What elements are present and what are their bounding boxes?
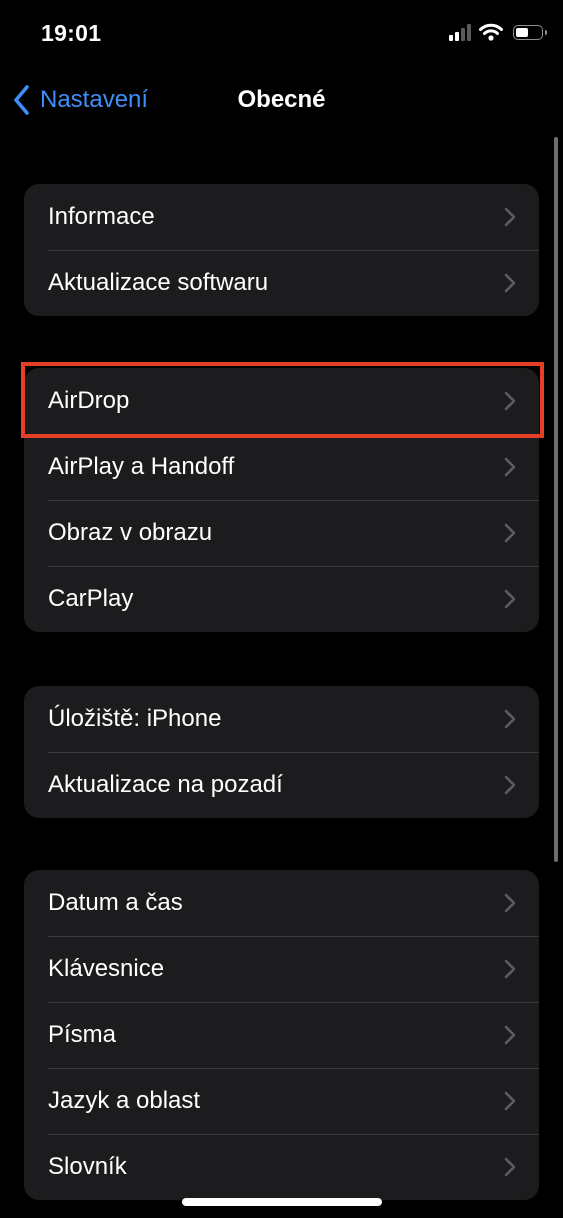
settings-group-connectivity: AirDrop AirPlay a Handoff Obraz v obrazu… <box>24 368 539 632</box>
battery-icon <box>513 24 547 40</box>
row-label: Písma <box>48 1021 117 1048</box>
row-label: CarPlay <box>48 585 134 612</box>
chevron-right-icon <box>504 959 516 979</box>
status-bar: 19:01 <box>0 0 563 70</box>
row-airplay-handoff[interactable]: AirPlay a Handoff <box>24 434 539 500</box>
row-jazyk-a-oblast[interactable]: Jazyk a oblast <box>24 1068 539 1134</box>
chevron-right-icon <box>504 273 516 293</box>
wifi-icon <box>479 23 503 41</box>
scroll-indicator[interactable] <box>554 137 558 862</box>
row-label: Aktualizace softwaru <box>48 269 269 296</box>
page-title: Obecné <box>237 86 326 113</box>
row-airdrop[interactable]: AirDrop <box>24 368 539 434</box>
chevron-right-icon <box>504 207 516 227</box>
row-label: Aktualizace na pozadí <box>48 771 283 798</box>
chevron-right-icon <box>504 893 516 913</box>
row-label: Úložiště: iPhone <box>48 705 222 732</box>
chevron-right-icon <box>504 523 516 543</box>
cellular-signal-icon <box>449 23 471 41</box>
chevron-right-icon <box>504 1157 516 1177</box>
row-carplay[interactable]: CarPlay <box>24 566 539 632</box>
row-label: AirPlay a Handoff <box>48 453 235 480</box>
settings-group-about: Informace Aktualizace softwaru <box>24 184 539 316</box>
home-indicator[interactable] <box>182 1198 382 1206</box>
chevron-right-icon <box>504 1091 516 1111</box>
row-aktualizace-na-pozadi[interactable]: Aktualizace na pozadí <box>24 752 539 818</box>
row-label: AirDrop <box>48 387 130 414</box>
row-label: Klávesnice <box>48 955 165 982</box>
chevron-right-icon <box>504 775 516 795</box>
settings-group-storage: Úložiště: iPhone Aktualizace na pozadí <box>24 686 539 818</box>
chevron-right-icon <box>504 709 516 729</box>
chevron-right-icon <box>504 457 516 477</box>
row-label: Obraz v obrazu <box>48 519 213 546</box>
row-datum-a-cas[interactable]: Datum a čas <box>24 870 539 936</box>
row-klavesnice[interactable]: Klávesnice <box>24 936 539 1002</box>
row-uloziste[interactable]: Úložiště: iPhone <box>24 686 539 752</box>
row-label: Informace <box>48 203 155 230</box>
navigation-bar: Nastavení Obecné <box>0 70 563 130</box>
row-slovnik[interactable]: Slovník <box>24 1134 539 1200</box>
chevron-right-icon <box>504 391 516 411</box>
settings-group-locale: Datum a čas Klávesnice Písma Jazyk a obl… <box>24 870 539 1200</box>
row-informace[interactable]: Informace <box>24 184 539 250</box>
chevron-right-icon <box>504 589 516 609</box>
status-icons <box>449 23 547 41</box>
row-label: Jazyk a oblast <box>48 1087 201 1114</box>
row-aktualizace-softwaru[interactable]: Aktualizace softwaru <box>24 250 539 316</box>
row-obraz-v-obrazu[interactable]: Obraz v obrazu <box>24 500 539 566</box>
row-label: Slovník <box>48 1153 127 1180</box>
row-pisma[interactable]: Písma <box>24 1002 539 1068</box>
chevron-right-icon <box>504 1025 516 1045</box>
status-time: 19:01 <box>41 20 102 46</box>
row-label: Datum a čas <box>48 889 183 916</box>
